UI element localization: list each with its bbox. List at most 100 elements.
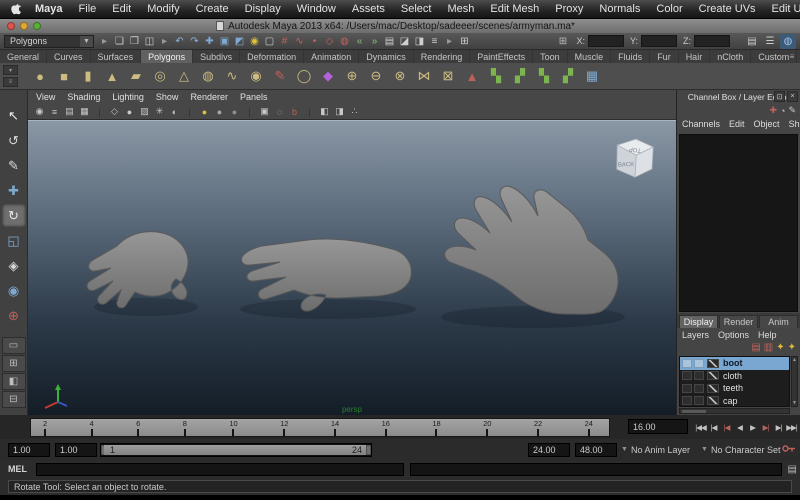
soft-modification-tool[interactable]: ◉ xyxy=(2,279,26,302)
shelf-tab-toggle-icon[interactable]: ▾ xyxy=(3,65,18,75)
poly-cone-icon[interactable]: ▲ xyxy=(100,64,124,88)
channel-list-area[interactable] xyxy=(679,134,798,312)
layer-row[interactable]: cloth xyxy=(680,370,789,383)
layout-four-pane-button[interactable]: ⊞ xyxy=(1,355,26,372)
extract-icon[interactable]: ⊗ xyxy=(388,64,412,88)
mirror-geometry-icon[interactable]: ⋈ xyxy=(412,64,436,88)
step-back-frame-button[interactable]: |◀ xyxy=(707,418,720,436)
average-vertices-icon[interactable]: ▞ xyxy=(508,64,532,88)
range-bar[interactable]: 1 24 xyxy=(104,445,368,455)
snap-point-icon[interactable]: • xyxy=(307,34,322,49)
selection-lock-icon[interactable]: ◉ xyxy=(247,34,262,49)
separator[interactable]: | xyxy=(182,105,197,119)
layer-display-type-toggle[interactable] xyxy=(694,371,704,381)
snap-curve-icon[interactable]: ∿ xyxy=(292,34,307,49)
layer-display-type-toggle[interactable] xyxy=(694,396,704,406)
layer-color-swatch[interactable] xyxy=(707,383,719,393)
shelf-tab[interactable]: Dynamics xyxy=(359,50,414,63)
menubar-item[interactable]: Normals xyxy=(591,0,648,18)
view-cube[interactable]: TOP BACK xyxy=(610,131,659,185)
playback-start-field[interactable]: 1.00 xyxy=(55,443,97,457)
anim-layer-dropdown[interactable]: No Anim Layer xyxy=(631,443,690,457)
panel-menu-item[interactable]: Lighting xyxy=(112,92,152,102)
shelf-tab[interactable]: Fur xyxy=(650,50,679,63)
transfer-attributes-icon[interactable]: ▚ xyxy=(532,64,556,88)
redo-icon[interactable]: ↷ xyxy=(187,34,202,49)
hand-model-left[interactable] xyxy=(86,231,189,309)
menu-set-selector[interactable]: Polygons ▼ xyxy=(4,34,94,48)
viewport-renderer-icon[interactable]: b xyxy=(287,105,302,119)
textured-icon[interactable]: ▨ xyxy=(137,105,152,119)
output-connections-icon[interactable]: » xyxy=(367,34,382,49)
select-object-icon[interactable]: ▣ xyxy=(217,34,232,49)
shelf-tab[interactable]: PaintEffects xyxy=(470,50,534,63)
layer-color-swatch[interactable] xyxy=(707,371,719,381)
playback-end-field[interactable]: 24.00 xyxy=(528,443,570,457)
save-scene-icon[interactable]: ◫ xyxy=(142,34,157,49)
lamp-layer-selected-icon[interactable]: ✦ xyxy=(788,342,796,353)
viewport-canvas[interactable]: TOP BACK persp xyxy=(28,120,676,415)
shelf-tab[interactable]: Rendering xyxy=(414,50,471,63)
scene-cube-icon[interactable]: ◧ xyxy=(317,105,332,119)
panel-menu-item[interactable]: View xyxy=(36,92,63,102)
collapse-arrow-icon[interactable]: ▸ xyxy=(97,34,112,49)
layer-editor-menu-item[interactable]: Options xyxy=(718,330,749,340)
shelf-options-icon[interactable]: ≡ xyxy=(786,50,798,63)
menubar-item[interactable]: Mesh xyxy=(439,0,482,18)
layer-visibility-toggle[interactable] xyxy=(682,396,692,406)
poly-soccer-ball-icon[interactable]: ◉ xyxy=(244,64,268,88)
range-slider[interactable]: 1 24 xyxy=(100,443,372,457)
poly-pyramid-icon[interactable]: △ xyxy=(172,64,196,88)
shelf-tab[interactable]: Fluids xyxy=(611,50,651,63)
show-manipulator-tool[interactable]: ⊕ xyxy=(2,304,26,327)
panel-menu-item[interactable]: Shading xyxy=(67,92,108,102)
menubar-item[interactable]: Assets xyxy=(344,0,393,18)
booleans-icon[interactable]: ⊠ xyxy=(436,64,460,88)
hand-model-right[interactable] xyxy=(444,185,619,315)
new-scene-icon[interactable]: ❏ xyxy=(112,34,127,49)
step-forward-key-button[interactable]: ▶| xyxy=(759,418,772,436)
new-layer-assigned-icon[interactable]: ▥ xyxy=(764,342,773,353)
command-line-mode-label[interactable]: MEL xyxy=(8,464,27,474)
layer-display-type-toggle[interactable] xyxy=(694,383,704,393)
layer-row[interactable]: cap xyxy=(680,395,789,407)
layer-list-horizontal-scrollbar[interactable] xyxy=(679,408,790,414)
default-material-icon[interactable]: ● xyxy=(197,105,212,119)
absolute-transform-icon[interactable]: ⊞ xyxy=(555,34,570,49)
speed-ramp-icon[interactable]: ◔ xyxy=(780,106,785,116)
x-input[interactable] xyxy=(587,35,624,47)
layer-row[interactable]: boot xyxy=(680,357,789,370)
command-line-result[interactable] xyxy=(410,463,782,476)
select-hierarchy-icon[interactable]: ✚ xyxy=(202,34,217,49)
share-nodes-icon[interactable]: ∴ xyxy=(347,105,362,119)
shelf-tab[interactable]: Hair xyxy=(679,50,711,63)
snap-plane-icon[interactable]: ◇ xyxy=(322,34,337,49)
smooth-shade-icon[interactable]: ● xyxy=(122,105,137,119)
menubar-item[interactable]: Color xyxy=(648,0,690,18)
menubar-item[interactable]: File xyxy=(71,0,105,18)
z-input[interactable] xyxy=(694,35,730,47)
shelf-tab[interactable]: Muscle xyxy=(568,50,612,63)
bookmark-icon[interactable]: ▤ xyxy=(62,105,77,119)
layer-color-swatch[interactable] xyxy=(707,396,719,406)
character-set-dropdown[interactable]: No Character Set xyxy=(711,443,781,457)
collapse-arrow-icon[interactable]: ▸ xyxy=(442,34,457,49)
step-back-key-button[interactable]: |◀ xyxy=(720,418,733,436)
poly-sphere-icon[interactable]: ● xyxy=(28,64,52,88)
poly-cube-icon[interactable]: ■ xyxy=(52,64,76,88)
layout-split-left-button[interactable]: ◧ xyxy=(1,373,26,390)
combine-icon[interactable]: ⊕ xyxy=(340,64,364,88)
close-icon[interactable]: × xyxy=(787,91,798,102)
new-empty-layer-icon[interactable]: ▤ xyxy=(751,342,760,353)
step-forward-frame-button[interactable]: ▶| xyxy=(772,418,785,436)
poly-pipe-icon[interactable]: ◍ xyxy=(196,64,220,88)
y-input[interactable] xyxy=(641,35,677,47)
rotate-tool[interactable]: ↻ xyxy=(1,204,26,227)
go-to-end-button[interactable]: ▶▶| xyxy=(785,418,798,436)
render-frame-icon[interactable]: ◪ xyxy=(397,34,412,49)
separate-icon[interactable]: ⊖ xyxy=(364,64,388,88)
shelf-tab[interactable]: General xyxy=(0,50,48,63)
layer-color-swatch[interactable] xyxy=(707,358,719,368)
shelf-tab[interactable]: Deformation xyxy=(240,50,305,63)
layer-editor-tab[interactable]: Anim xyxy=(759,315,798,328)
